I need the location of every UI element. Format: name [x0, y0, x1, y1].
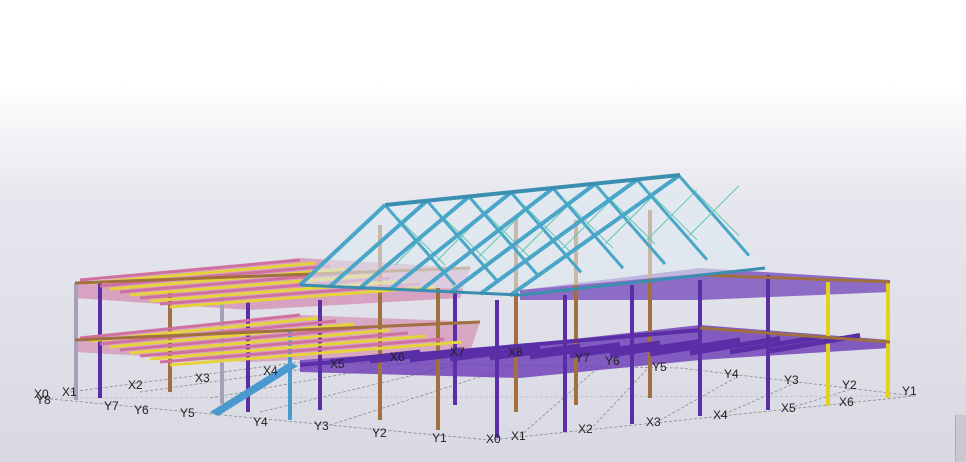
structural-model-3d-view: X0 X1 X2 X3 X4 X5 Y8 Y7 Y6 Y5 Y4 Y3 Y2 Y…: [34, 173, 917, 446]
label-back-x7: X7: [450, 345, 465, 359]
label-right-x5: X5: [781, 401, 796, 415]
label-front-x2: X2: [128, 378, 143, 392]
label-back-y3: Y3: [784, 373, 799, 387]
label-back-y7: Y7: [575, 351, 590, 365]
label-back-y4: Y4: [724, 367, 739, 381]
label-right-x6: X6: [839, 395, 854, 409]
label-front-x5: X5: [330, 357, 345, 371]
label-right-x4: X4: [713, 408, 728, 422]
label-front-y8: Y8: [36, 393, 51, 407]
label-back-x8: X8: [508, 345, 523, 359]
label-back-y1: Y1: [902, 384, 917, 398]
label-front-y2: Y2: [372, 426, 387, 440]
label-front-y4: Y4: [253, 415, 268, 429]
label-back-y6: Y6: [605, 354, 620, 368]
label-front-y5: Y5: [180, 406, 195, 420]
label-front-y6: Y6: [134, 403, 149, 417]
label-front-x4: X4: [263, 364, 278, 378]
label-front-y3: Y3: [314, 419, 329, 433]
label-right-x0: X0: [486, 432, 501, 446]
label-back-y5: Y5: [652, 360, 667, 374]
label-back-y2: Y2: [842, 378, 857, 392]
label-front-y7: Y7: [104, 399, 119, 413]
label-right-x3: X3: [646, 415, 661, 429]
label-right-x2: X2: [578, 422, 593, 436]
label-front-y1: Y1: [432, 431, 447, 445]
viewport-side-panel-tab[interactable]: [955, 415, 966, 462]
model-viewport[interactable]: X0 X1 X2 X3 X4 X5 Y8 Y7 Y6 Y5 Y4 Y3 Y2 Y…: [0, 0, 966, 462]
grid-line-long: [39, 395, 916, 399]
grid-line-r2: [589, 365, 651, 431]
label-right-x1: X1: [511, 429, 526, 443]
label-front-x1: X1: [62, 385, 77, 399]
label-back-x6: X6: [390, 350, 405, 364]
label-front-x3: X3: [195, 371, 210, 385]
